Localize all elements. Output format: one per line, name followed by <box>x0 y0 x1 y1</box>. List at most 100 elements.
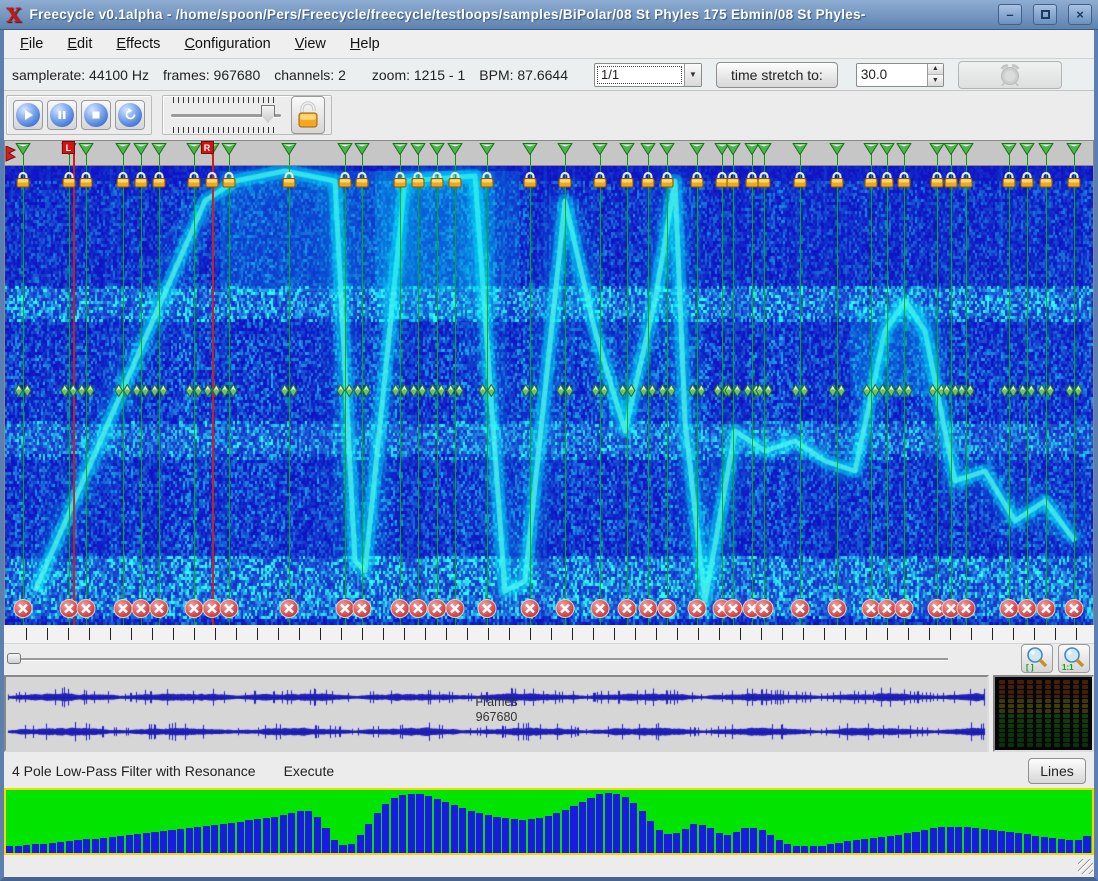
stretch-value-spinbox[interactable]: 30.0 ▲▼ <box>856 63 944 87</box>
slice-drag-handle-icon[interactable] <box>958 384 975 400</box>
scrollbar-thumb[interactable] <box>7 653 21 664</box>
slice-drag-handle-icon[interactable] <box>639 384 656 400</box>
slice-lock-icon[interactable] <box>221 171 237 191</box>
scrollbar-groove[interactable] <box>8 658 948 660</box>
slice-drag-handle-icon[interactable] <box>354 384 371 400</box>
slice-marker-triangle-icon[interactable] <box>1002 142 1017 158</box>
slice-drag-handle-icon[interactable] <box>755 384 772 400</box>
loop-right-marker[interactable]: R <box>201 141 214 154</box>
slice-drag-handle-icon[interactable] <box>879 384 896 400</box>
slice-drag-handle-icon[interactable] <box>77 384 94 400</box>
slice-delete-icon[interactable] <box>478 599 497 618</box>
slice-drag-handle-icon[interactable] <box>791 384 808 400</box>
slice-lock-icon[interactable] <box>896 171 912 191</box>
slice-delete-icon[interactable] <box>131 599 150 618</box>
slice-lock-icon[interactable] <box>410 171 426 191</box>
menu-file[interactable]: File <box>10 33 53 55</box>
slice-drag-handle-icon[interactable] <box>829 384 846 400</box>
slice-delete-icon[interactable] <box>521 599 540 618</box>
slice-marker-triangle-icon[interactable] <box>1020 142 1035 158</box>
slice-delete-icon[interactable] <box>617 599 636 618</box>
slice-drag-handle-icon[interactable] <box>114 384 131 400</box>
slice-delete-icon[interactable] <box>555 599 574 618</box>
slice-delete-icon[interactable] <box>1018 599 1037 618</box>
slice-marker-triangle-icon[interactable] <box>689 142 704 158</box>
slice-drag-handle-icon[interactable] <box>591 384 608 400</box>
slice-lock-icon[interactable] <box>479 171 495 191</box>
slice-drag-handle-icon[interactable] <box>1066 384 1083 400</box>
waveform-overview[interactable]: Frames 967680 <box>4 675 989 752</box>
slice-drag-handle-icon[interactable] <box>658 384 675 400</box>
chevron-down-icon[interactable]: ▼ <box>684 64 701 86</box>
slice-delete-icon[interactable] <box>1065 599 1084 618</box>
slice-lock-icon[interactable] <box>958 171 974 191</box>
slice-marker-triangle-icon[interactable] <box>393 142 408 158</box>
slice-delete-icon[interactable] <box>391 599 410 618</box>
slice-marker-triangle-icon[interactable] <box>725 142 740 158</box>
slice-lock-icon[interactable] <box>1001 171 1017 191</box>
menu-help[interactable]: Help <box>340 33 390 55</box>
stop-button[interactable] <box>81 100 111 130</box>
slice-marker-triangle-icon[interactable] <box>864 142 879 158</box>
slice-lock-icon[interactable] <box>619 171 635 191</box>
slice-marker-triangle-icon[interactable] <box>78 142 93 158</box>
slice-lock-icon[interactable] <box>354 171 370 191</box>
slice-drag-handle-icon[interactable] <box>1001 384 1018 400</box>
slice-marker-triangle-icon[interactable] <box>756 142 771 158</box>
slice-lock-icon[interactable] <box>78 171 94 191</box>
slice-drag-handle-icon[interactable] <box>447 384 464 400</box>
slice-lock-icon[interactable] <box>204 171 220 191</box>
slice-drag-handle-icon[interactable] <box>392 384 409 400</box>
slice-drag-handle-icon[interactable] <box>185 384 202 400</box>
slice-delete-icon[interactable] <box>409 599 428 618</box>
spectrogram-view[interactable]: LR <box>4 140 1094 625</box>
stretch-value[interactable]: 30.0 <box>857 64 927 86</box>
execute-label[interactable]: Execute <box>284 763 335 779</box>
slice-delete-icon[interactable] <box>723 599 742 618</box>
slice-marker-triangle-icon[interactable] <box>557 142 572 158</box>
slice-drag-handle-icon[interactable] <box>1038 384 1055 400</box>
slice-delete-icon[interactable] <box>279 599 298 618</box>
slice-lock-icon[interactable] <box>640 171 656 191</box>
slice-marker-triangle-icon[interactable] <box>448 142 463 158</box>
fraction-combobox[interactable]: 1/1 ▼ <box>594 63 702 87</box>
slice-drag-handle-icon[interactable] <box>280 384 297 400</box>
slice-lock-icon[interactable] <box>151 171 167 191</box>
slice-lock-icon[interactable] <box>522 171 538 191</box>
slice-delete-icon[interactable] <box>638 599 657 618</box>
slice-marker-triangle-icon[interactable] <box>480 142 495 158</box>
slice-delete-icon[interactable] <box>957 599 976 618</box>
metronome-button[interactable] <box>958 61 1062 89</box>
spin-down-icon[interactable]: ▼ <box>928 75 943 86</box>
slice-lock-icon[interactable] <box>829 171 845 191</box>
minimize-button[interactable]: – <box>998 4 1022 25</box>
menu-effects[interactable]: Effects <box>106 33 170 55</box>
slice-marker-triangle-icon[interactable] <box>880 142 895 158</box>
slice-marker-triangle-icon[interactable] <box>221 142 236 158</box>
slice-drag-handle-icon[interactable] <box>724 384 741 400</box>
spinner-arrows[interactable]: ▲▼ <box>927 64 943 86</box>
slice-marker-triangle-icon[interactable] <box>944 142 959 158</box>
titlebar[interactable]: X Freecycle v0.1alpha - /home/spoon/Pers… <box>0 0 1098 30</box>
lines-button[interactable]: Lines <box>1028 758 1086 784</box>
slice-lock-icon[interactable] <box>756 171 772 191</box>
slice-delete-icon[interactable] <box>219 599 238 618</box>
slice-drag-handle-icon[interactable] <box>479 384 496 400</box>
slice-lock-icon[interactable] <box>447 171 463 191</box>
slice-marker-triangle-icon[interactable] <box>338 142 353 158</box>
slice-delete-icon[interactable] <box>687 599 706 618</box>
slice-lock-icon[interactable] <box>133 171 149 191</box>
loop-button[interactable] <box>115 100 145 130</box>
slice-delete-icon[interactable] <box>353 599 372 618</box>
slice-marker-triangle-icon[interactable] <box>133 142 148 158</box>
menu-configuration[interactable]: Configuration <box>174 33 280 55</box>
slice-drag-handle-icon[interactable] <box>410 384 427 400</box>
slice-drag-handle-icon[interactable] <box>688 384 705 400</box>
slice-marker-triangle-icon[interactable] <box>1067 142 1082 158</box>
slice-marker-triangle-icon[interactable] <box>281 142 296 158</box>
menu-view[interactable]: View <box>285 33 336 55</box>
slice-marker-triangle-icon[interactable] <box>592 142 607 158</box>
slice-marker-triangle-icon[interactable] <box>151 142 166 158</box>
slice-marker-triangle-icon[interactable] <box>186 142 201 158</box>
envelope-editor[interactable] <box>4 788 1094 855</box>
